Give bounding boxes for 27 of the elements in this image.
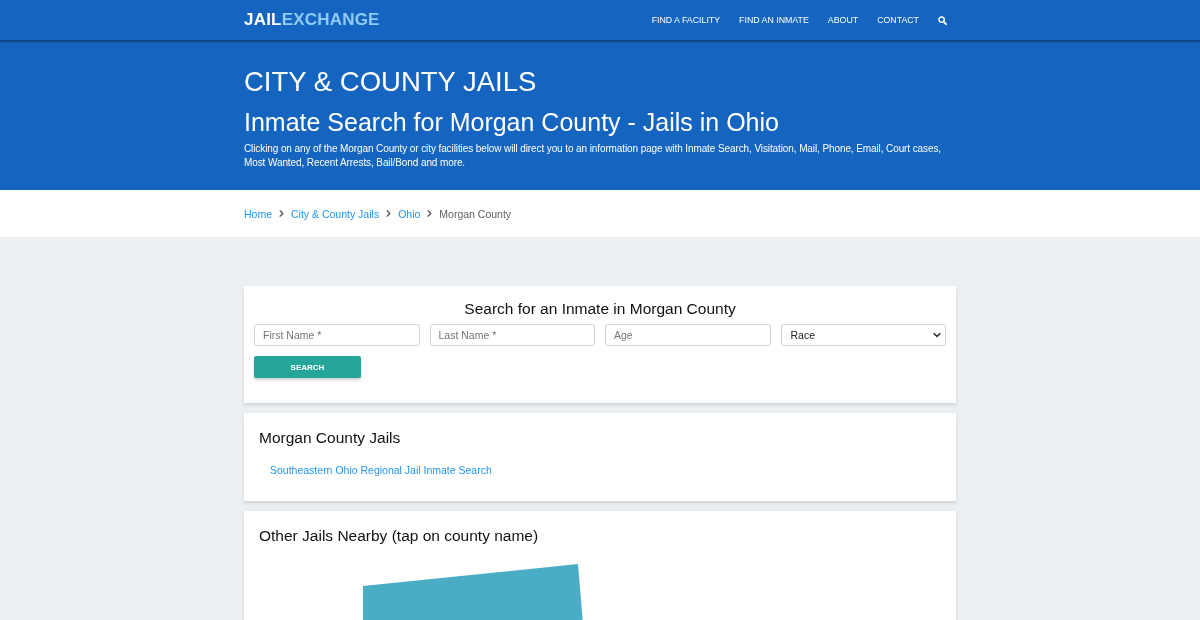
description-text: Clicking on any of the Morgan County or city facilities below will direct you to an information page with Inmate Search, Visitation, Mail, Phone, Email, Court cases, Most Wanted, Recent Arrests, Bail/Bond and more. <box>244 142 942 170</box>
chevron-down-icon <box>932 330 942 340</box>
breadcrumb-link[interactable]: Ohio <box>398 207 421 220</box>
card-title: Other Jails Nearby (tap on county name) <box>259 526 540 546</box>
current-page-text: Morgan County <box>439 207 512 220</box>
chevron-right-icon <box>425 209 435 218</box>
text-input-field[interactable]: First Name * <box>254 324 420 346</box>
nav-link[interactable]: ABOUT <box>827 15 859 25</box>
card-title: Morgan County Jails <box>259 428 402 448</box>
chevron-right-icon <box>384 209 394 218</box>
chevron-right-icon <box>277 209 286 218</box>
jail-link[interactable]: Southeastern Ohio Regional Jail Inmate Search <box>270 463 492 477</box>
county-map-shape[interactable] <box>363 564 583 620</box>
section-heading: CITY & COUNTY JAILS <box>244 65 538 99</box>
site-logo[interactable]: JAILEXCHANGE <box>244 10 380 30</box>
page-title: Inmate Search for Morgan County - Jails in Ohio <box>244 107 780 138</box>
text-input-field[interactable]: Last Name * <box>429 324 595 346</box>
search-button[interactable]: SEARCH <box>254 356 361 378</box>
text-input-field[interactable]: Age <box>605 324 771 346</box>
select-field[interactable]: Race <box>780 324 946 346</box>
nav-link[interactable]: CONTACT <box>877 15 919 25</box>
breadcrumb-link[interactable]: Home <box>244 207 272 220</box>
card-title: Search for an Inmate in Morgan County <box>463 299 737 319</box>
search-icon[interactable] <box>938 15 947 25</box>
breadcrumb-link[interactable]: City & County Jails <box>291 207 380 220</box>
nav-link[interactable]: FIND A FACILITY <box>651 15 721 25</box>
nav-link[interactable]: FIND AN INMATE <box>739 15 809 25</box>
